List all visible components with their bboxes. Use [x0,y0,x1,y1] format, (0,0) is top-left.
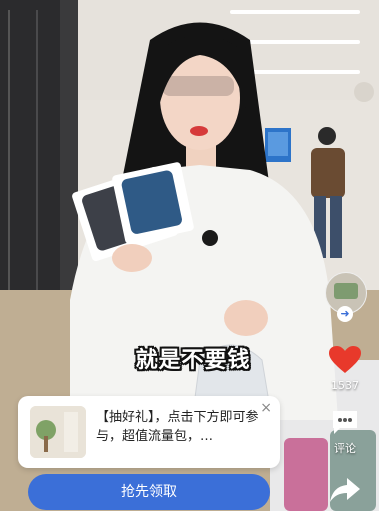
comment-label: 评论 [334,442,356,455]
like-count: 1537 [331,379,359,392]
promo-image [30,406,86,458]
arrow-right-icon: ➜ [337,306,353,322]
like-button[interactable]: 1537 [325,345,365,392]
comment-button[interactable]: 评论 [325,408,365,456]
claim-now-button[interactable]: 抢先领取 [28,474,270,510]
promo-thumbnail [30,406,86,458]
promo-text: 【抽好礼】，点击下方即可参与，超值流量包，… [96,410,259,444]
close-icon[interactable]: × [260,400,272,416]
comment-icon [333,411,357,434]
share-button[interactable] [325,476,365,508]
heart-icon [329,346,361,373]
promo-card[interactable]: 【抽好礼】，点击下方即可参与，超值流量包，… × [18,396,280,468]
product-thumbnail-button[interactable]: ➜ [325,272,367,322]
video-caption: 就是不要钱 [135,348,251,373]
video-frame[interactable]: 就是不要钱 ➜ 1537 评论 【抽好礼】，点击下方即可参与，超值流量包，… ×… [0,0,379,511]
share-icon [330,478,360,502]
